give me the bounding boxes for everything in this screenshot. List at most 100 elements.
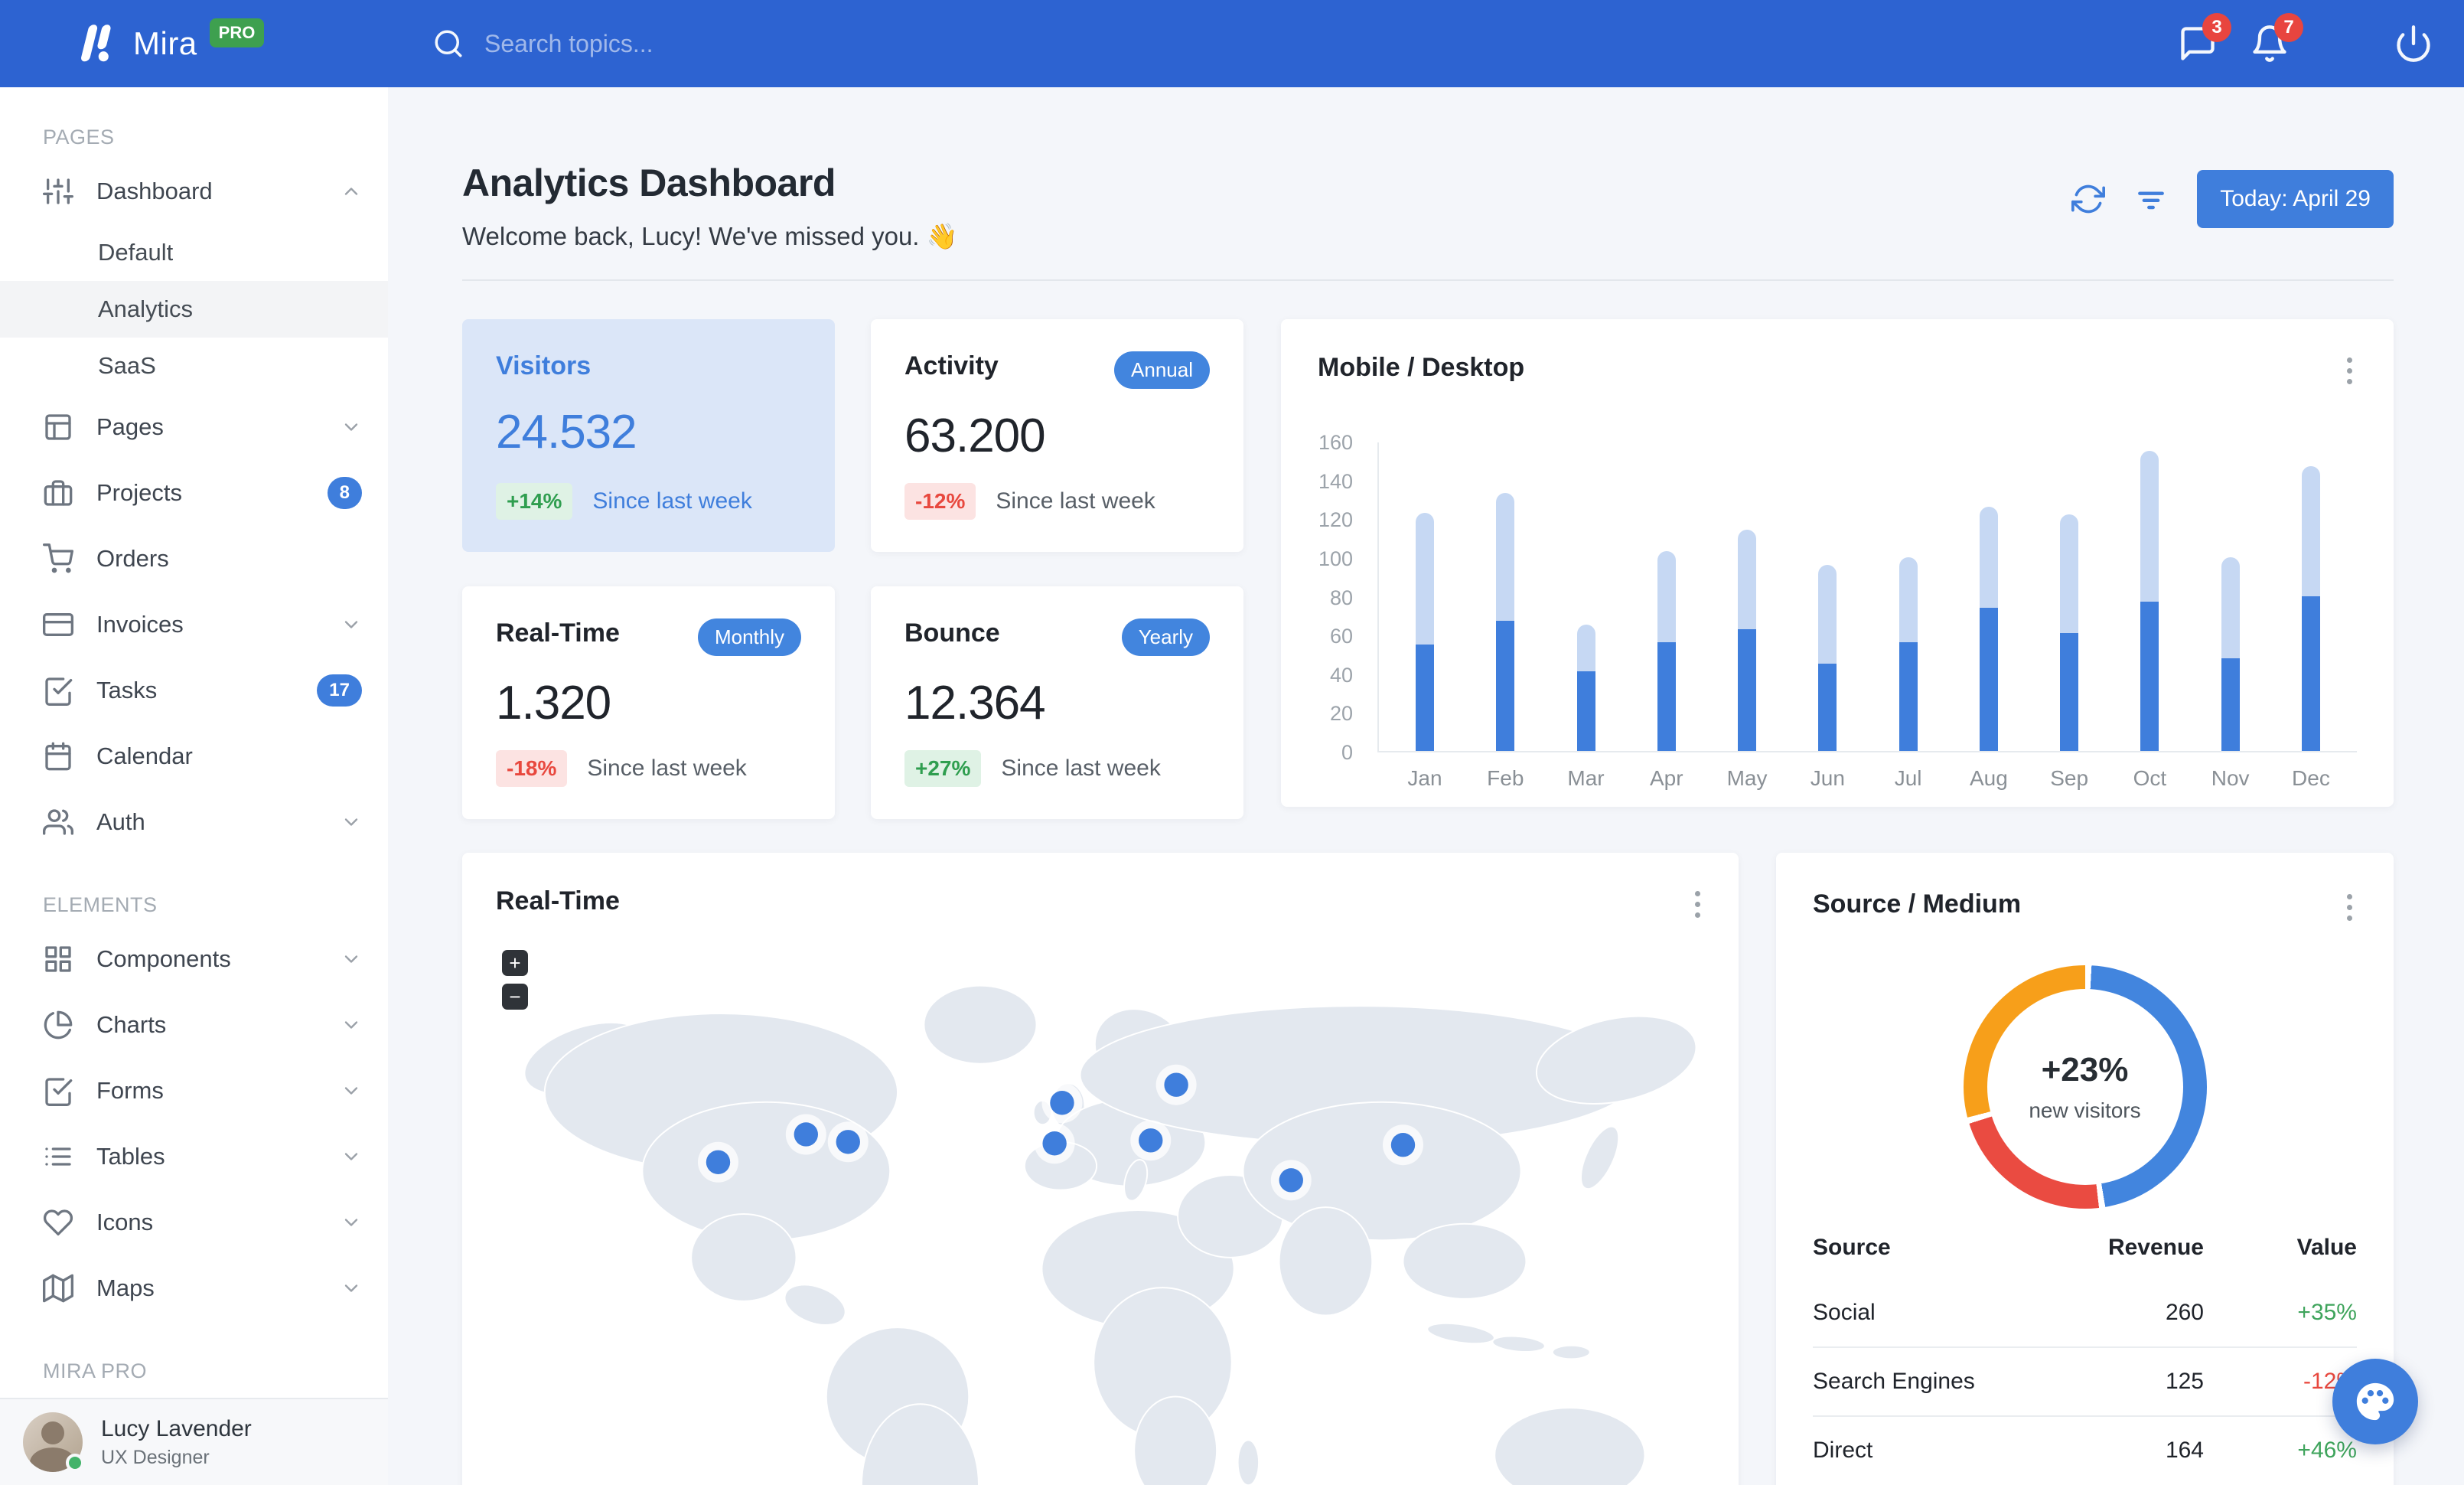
- bar-sep[interactable]: Sep: [2050, 442, 2088, 790]
- chevron-down-icon: [341, 1014, 362, 1036]
- bar-segment-desktop: [1979, 607, 1998, 751]
- bar-segment-mobile: [2140, 450, 2159, 602]
- user-info: Lucy Lavender UX Designer: [101, 1416, 252, 1469]
- cell-source: Social: [1813, 1300, 1876, 1325]
- y-axis-tick: 60: [1329, 625, 1353, 648]
- more-options-icon[interactable]: [2342, 353, 2357, 389]
- chart-card-title: Mobile / Desktop: [1318, 353, 1525, 382]
- table-row[interactable]: Direct 164 +46%: [1813, 1416, 2357, 1484]
- mobile-desktop-bar-chart: 0 20 40 60 80 100 120 140 160 Jan Feb Mar Apr May Jun…: [1318, 431, 2357, 790]
- bar-dec[interactable]: Dec: [2292, 442, 2330, 790]
- bar-oct[interactable]: Oct: [2133, 442, 2166, 790]
- bar-aug[interactable]: Aug: [1970, 442, 2008, 790]
- x-axis-label: Aug: [1969, 766, 2008, 790]
- header-divider: [462, 279, 2394, 281]
- x-axis-label: Dec: [2292, 766, 2330, 790]
- bar-feb[interactable]: Feb: [1487, 442, 1524, 790]
- map-marker[interactable]: [785, 1114, 826, 1155]
- bar-jul[interactable]: Jul: [1895, 442, 1921, 790]
- table-row[interactable]: Search Engines 125 -12%: [1813, 1347, 2357, 1416]
- stat-period-badge[interactable]: Monthly: [697, 618, 801, 656]
- sidebar-item-tasks[interactable]: Tasks 17: [0, 658, 388, 723]
- sidebar-item-charts[interactable]: Charts: [0, 992, 388, 1058]
- stat-label: Visitors: [496, 351, 592, 380]
- bar-apr[interactable]: Apr: [1650, 442, 1683, 790]
- stat-delta-chip: -18%: [496, 750, 568, 787]
- bar-mar[interactable]: Mar: [1567, 442, 1605, 790]
- sidebar-item-components[interactable]: Components: [0, 926, 388, 992]
- sidebar-item-projects[interactable]: Projects 8: [0, 460, 388, 526]
- sidebar-item-maps[interactable]: Maps: [0, 1255, 388, 1321]
- cell-revenue: 164: [2165, 1438, 2204, 1463]
- sidebar-item-dashboard[interactable]: Dashboard: [0, 158, 388, 224]
- date-range-button[interactable]: Today: April 29: [2197, 170, 2394, 228]
- more-options-icon[interactable]: [1690, 886, 1705, 922]
- map-marker[interactable]: [827, 1121, 869, 1163]
- map-marker[interactable]: [1382, 1124, 1423, 1166]
- more-options-icon[interactable]: [2342, 889, 2357, 925]
- sidebar-item-invoices[interactable]: Invoices: [0, 592, 388, 658]
- source-medium-card: Source / Medium +23% new visitors Source…: [1776, 853, 2394, 1485]
- source-donut-chart: +23% new visitors: [1963, 965, 2207, 1209]
- theme-settings-fab[interactable]: [2332, 1359, 2418, 1444]
- mobile-desktop-card: Mobile / Desktop 0 20 40 60 80 100 120 140 160 J…: [1281, 319, 2394, 807]
- stat-period-badge[interactable]: Yearly: [1121, 618, 1210, 656]
- sidebar-item-pages[interactable]: Pages: [0, 394, 388, 460]
- sidebar-section-label-pages: PAGES: [43, 126, 115, 148]
- notifications-button[interactable]: 7: [2250, 13, 2303, 64]
- bar-jan[interactable]: Jan: [1407, 442, 1442, 790]
- sidebar-item-tables[interactable]: Tables: [0, 1124, 388, 1190]
- search-input[interactable]: [484, 29, 959, 58]
- map-marker[interactable]: [1155, 1064, 1197, 1105]
- user-name: Lucy Lavender: [101, 1415, 252, 1441]
- stat-card-real-time: Real-Time Monthly 1.320 -18% Since last week: [462, 586, 835, 819]
- sidebar-item-saas[interactable]: SaaS: [0, 338, 388, 394]
- x-axis-label: Oct: [2133, 766, 2167, 790]
- sign-out-button[interactable]: [2394, 24, 2433, 64]
- sidebar-item-icons[interactable]: Icons: [0, 1190, 388, 1255]
- map-zoom-in-button[interactable]: +: [502, 950, 528, 976]
- sidebar-item-auth[interactable]: Auth: [0, 789, 388, 855]
- brand[interactable]: Mira PRO: [0, 18, 388, 68]
- language-button[interactable]: [2322, 24, 2361, 64]
- bar-segment-desktop: [2221, 658, 2240, 751]
- sidebar-item-label: Charts: [96, 1011, 167, 1038]
- sidebar: PAGES Dashboard Default Analytics SaaS Pages P…: [0, 87, 388, 1485]
- sidebar-item-calendar[interactable]: Calendar: [0, 723, 388, 789]
- users-icon: [43, 807, 73, 837]
- bar-jun[interactable]: Jun: [1811, 442, 1845, 790]
- sidebar-item-analytics[interactable]: Analytics: [0, 281, 388, 338]
- world-map-svg[interactable]: [496, 945, 1705, 1485]
- stat-card-visitors: Visitors 24.532 +14% Since last week: [462, 319, 835, 552]
- online-status-dot: [66, 1454, 84, 1472]
- map-marker[interactable]: [1130, 1120, 1172, 1161]
- table-row[interactable]: Social 260 +35%: [1813, 1279, 2357, 1347]
- map-marker[interactable]: [697, 1141, 738, 1183]
- briefcase-icon: [43, 478, 73, 508]
- stat-period-badge[interactable]: Annual: [1114, 351, 1210, 389]
- sidebar-item-label: Projects: [96, 479, 182, 506]
- map-marker[interactable]: [1034, 1123, 1075, 1164]
- bar-segment-mobile: [2301, 465, 2320, 596]
- calendar-icon: [43, 741, 73, 772]
- shopping-cart-icon: [43, 543, 73, 574]
- chevron-down-icon: [341, 614, 362, 635]
- cell-revenue: 260: [2165, 1300, 2204, 1325]
- sidebar-user[interactable]: Lucy Lavender UX Designer: [0, 1398, 388, 1485]
- map-marker[interactable]: [1270, 1160, 1312, 1201]
- power-icon: [2394, 24, 2433, 64]
- filter-icon[interactable]: [2134, 182, 2168, 216]
- bar-nov[interactable]: Nov: [2211, 442, 2250, 790]
- cell-value: +35%: [2297, 1300, 2357, 1325]
- bar-segment-mobile: [1496, 493, 1515, 622]
- map-icon: [43, 1273, 73, 1304]
- sidebar-item-label: Icons: [96, 1209, 154, 1235]
- sidebar-item-forms[interactable]: Forms: [0, 1058, 388, 1124]
- map-marker[interactable]: [1041, 1082, 1083, 1124]
- refresh-icon[interactable]: [2071, 182, 2106, 216]
- sidebar-item-default[interactable]: Default: [0, 224, 388, 281]
- bar-may[interactable]: May: [1727, 442, 1768, 790]
- sidebar-item-orders[interactable]: Orders: [0, 526, 388, 592]
- map-zoom-out-button[interactable]: −: [502, 984, 528, 1010]
- messages-button[interactable]: 3: [2178, 13, 2231, 64]
